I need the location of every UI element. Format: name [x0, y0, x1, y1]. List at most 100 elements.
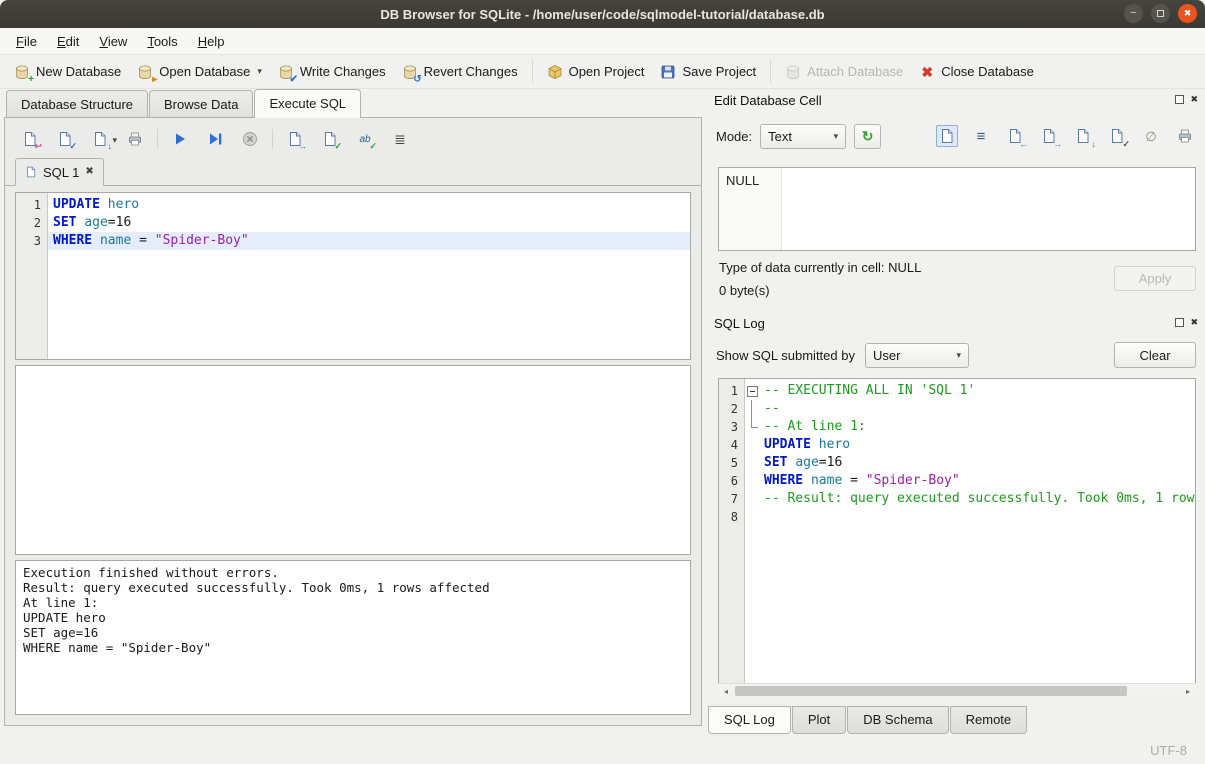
dock-tab-remote[interactable]: Remote [950, 706, 1028, 734]
code-line[interactable]: 2-- [719, 400, 1195, 418]
mode-select[interactable]: Text ▾ [760, 124, 846, 149]
statusbar: UTF-8 [0, 736, 1205, 764]
save-cell-button[interactable]: ✓ [1106, 125, 1128, 147]
stop-execution-icon [242, 131, 258, 147]
attach-database-button[interactable]: Attach Database [777, 60, 911, 84]
revert-changes-button[interactable]: ↺ Revert Changes [394, 60, 526, 84]
sql-tab[interactable]: SQL 1 ✖ [15, 158, 104, 186]
code-line[interactable]: 7 -- Result: query executed successfully.… [719, 490, 1195, 508]
line-number: 1 [16, 196, 48, 214]
tab-execute-sql[interactable]: Execute SQL [254, 89, 361, 118]
import-cell-button[interactable]: ← [1004, 125, 1026, 147]
close-dock-icon[interactable]: ✖ [1190, 95, 1198, 104]
code-line[interactable]: 4UPDATE hero [719, 436, 1195, 454]
open-database-button[interactable]: ▸ Open Database ▾ [129, 60, 270, 84]
menu-view[interactable]: View [89, 28, 137, 54]
menu-file[interactable]: File [6, 28, 47, 54]
format-sql-icon: ≣ [394, 132, 406, 146]
code-line[interactable]: 6WHERE name = "Spider-Boy" [719, 472, 1195, 490]
toolbar-separator [532, 60, 533, 83]
apply-button[interactable]: Apply [1114, 266, 1196, 291]
dock-tab-sql-log[interactable]: SQL Log [708, 706, 791, 734]
save-sql-as-button[interactable]: ↓ ▾ [91, 130, 109, 148]
set-null-button[interactable]: ∅ [1140, 125, 1162, 147]
submitted-by-select[interactable]: User ▾ [865, 343, 969, 368]
close-button[interactable]: ✖ [1178, 4, 1197, 23]
new-database-icon: + [14, 64, 30, 80]
dock-tab-db-schema[interactable]: DB Schema [847, 706, 948, 734]
sql-tab-close-icon[interactable]: ✖ [85, 167, 93, 177]
code-line[interactable]: 3-- At line 1: [719, 418, 1195, 436]
code-text: -- Result: query executed successfully. … [759, 490, 1195, 508]
replace-cell-button[interactable]: ↓ [1072, 125, 1094, 147]
open-project-button[interactable]: Open Project [539, 60, 653, 84]
horizontal-scrollbar[interactable]: ◂ ▸ [718, 683, 1196, 698]
stop-execution-button[interactable] [241, 130, 259, 148]
window-title: DB Browser for SQLite - /home/user/code/… [380, 7, 824, 22]
code-line[interactable]: 8 [719, 508, 1195, 526]
fold-marker[interactable] [745, 382, 759, 400]
execute-all-button[interactable] [171, 130, 189, 148]
encoding-indicator[interactable]: UTF-8 [1150, 743, 1187, 758]
line-number: 7 [719, 490, 745, 508]
close-database-icon: ✖ [919, 64, 935, 80]
menu-tools[interactable]: Tools [137, 28, 187, 54]
open-database-dropdown-icon[interactable]: ▾ [257, 66, 262, 77]
code-text: SET age=16 [759, 454, 1195, 472]
sql-tab-icon [25, 166, 37, 178]
clear-button[interactable]: Clear [1114, 342, 1196, 368]
find-replace-button[interactable]: ab ✓ [356, 130, 374, 148]
close-dock-icon[interactable]: ✖ [1190, 318, 1198, 327]
export-results-button[interactable]: → [286, 130, 304, 148]
print-sql-button[interactable] [126, 130, 144, 148]
save-project-button[interactable]: Save Project [652, 60, 764, 84]
fold-column [745, 472, 759, 490]
cell-type-info: Type of data currently in cell: NULL [719, 260, 921, 275]
auto-switch-mode-button[interactable]: ↻ [854, 124, 881, 149]
word-wrap-button[interactable]: ≡ [970, 125, 992, 147]
mode-label: Mode: [716, 129, 752, 144]
close-database-button[interactable]: ✖ Close Database [911, 60, 1042, 84]
format-sql-button[interactable]: ≣ [391, 130, 409, 148]
sql-editor[interactable]: 1UPDATE hero2SET age=163WHERE name = "Sp… [15, 192, 691, 360]
dock-tab-plot[interactable]: Plot [792, 706, 846, 734]
auto-switch-icon: ↻ [862, 128, 874, 145]
scrollbar-thumb[interactable] [735, 686, 1127, 696]
sql-log-code[interactable]: 1-- EXECUTING ALL IN 'SQL 1'2--3-- At li… [718, 378, 1196, 698]
save-results-button[interactable]: ✓ [321, 130, 339, 148]
minimize-button[interactable]: − [1124, 4, 1143, 23]
code-line[interactable]: 2SET age=16 [16, 214, 690, 232]
tab-browse-data[interactable]: Browse Data [149, 90, 253, 117]
sql-tab-label: SQL 1 [43, 165, 79, 180]
open-project-icon [547, 64, 563, 80]
maximize-button[interactable] [1151, 4, 1170, 23]
code-line[interactable]: 3WHERE name = "Spider-Boy" [16, 232, 690, 250]
print-cell-button[interactable] [1174, 125, 1196, 147]
line-number: 5 [719, 454, 745, 472]
export-cell-button[interactable]: → [1038, 125, 1060, 147]
menu-help[interactable]: Help [188, 28, 235, 54]
float-dock-icon[interactable] [1175, 318, 1184, 327]
code-line[interactable]: 1UPDATE hero [16, 196, 690, 214]
line-number: 1 [719, 382, 745, 400]
code-line[interactable]: 5 SET age=16 [719, 454, 1195, 472]
text-mode-button[interactable] [936, 125, 958, 147]
results-grid[interactable] [15, 365, 691, 555]
save-sql-dropdown-icon[interactable]: ▾ [112, 135, 117, 146]
set-null-icon: ∅ [1145, 130, 1156, 143]
code-line[interactable]: 1-- EXECUTING ALL IN 'SQL 1' [719, 382, 1195, 400]
titlebar[interactable]: DB Browser for SQLite - /home/user/code/… [0, 0, 1205, 28]
write-changes-button[interactable]: ✔ Write Changes [270, 60, 394, 84]
open-sql-file-button[interactable]: ↩ [21, 130, 39, 148]
menu-edit[interactable]: Edit [47, 28, 89, 54]
cell-editor[interactable]: NULL [718, 167, 1196, 251]
tab-database-structure[interactable]: Database Structure [6, 90, 148, 117]
execute-current-line-button[interactable] [206, 130, 224, 148]
float-dock-icon[interactable] [1175, 95, 1184, 104]
new-database-button[interactable]: + New Database [6, 60, 129, 84]
scroll-left-icon[interactable]: ◂ [718, 684, 734, 698]
save-sql-file-button[interactable]: ✓ [56, 130, 74, 148]
replace-cell-icon [1075, 128, 1091, 144]
scroll-right-icon[interactable]: ▸ [1180, 684, 1196, 698]
text-mode-icon [939, 128, 955, 144]
